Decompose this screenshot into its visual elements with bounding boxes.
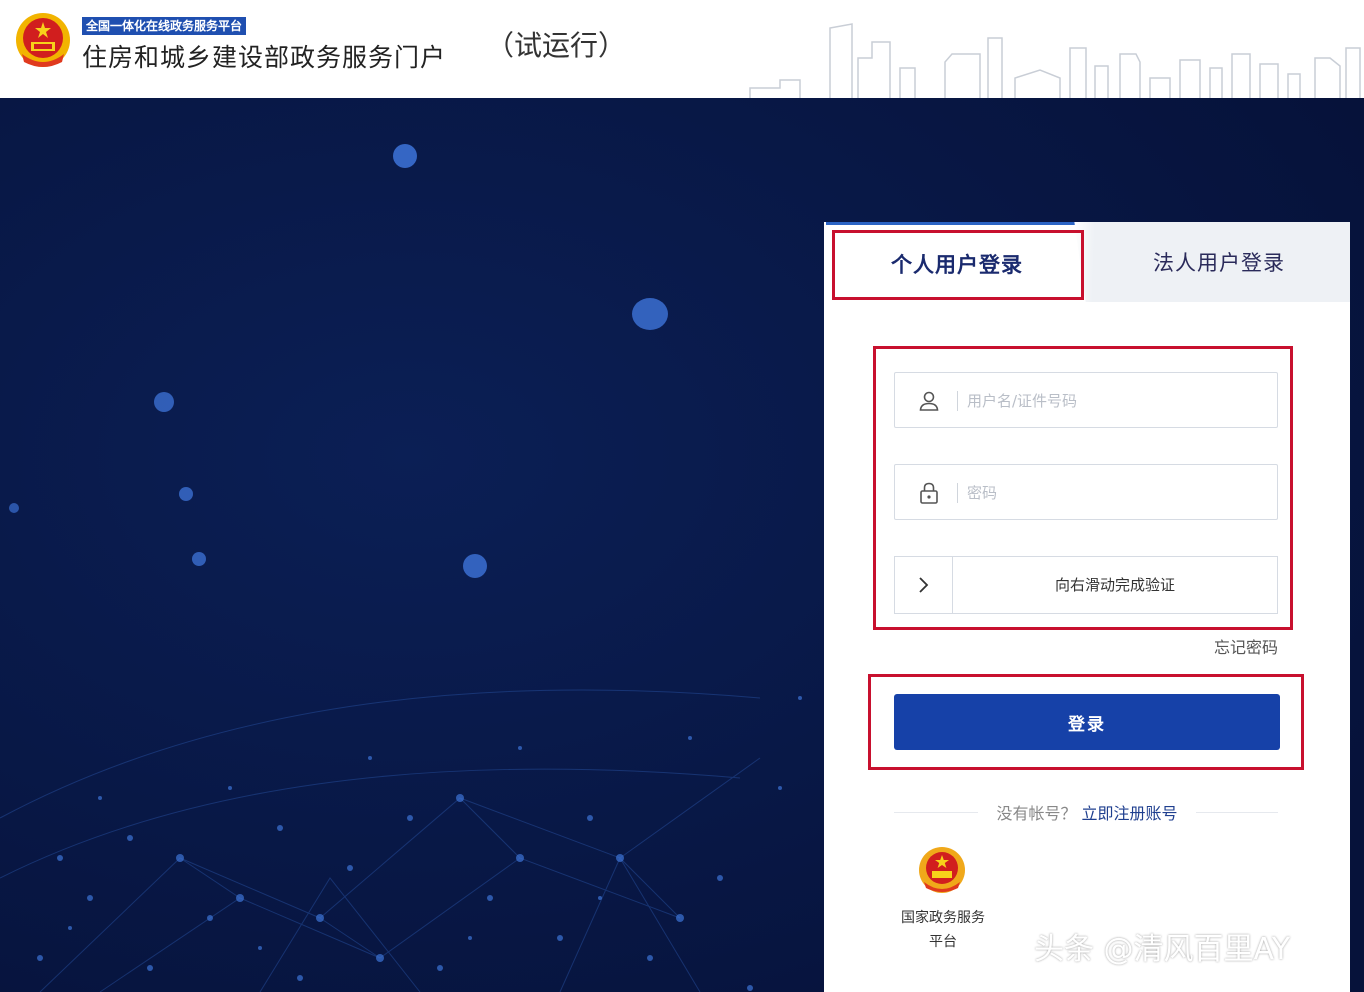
site-header: 全国一体化在线政务服务平台 住房和城乡建设部政务服务门户 （试运行） bbox=[0, 0, 1364, 98]
city-skyline-decoration bbox=[749, 23, 1361, 98]
field-separator bbox=[957, 483, 958, 503]
user-icon bbox=[919, 391, 939, 411]
tab-legal-label: 法人用户登录 bbox=[1153, 251, 1285, 275]
slide-verification: 向右滑动完成验证 bbox=[894, 556, 1278, 614]
password-input[interactable] bbox=[967, 473, 1257, 513]
gov-platform-emblem-icon[interactable] bbox=[918, 846, 966, 894]
login-tabs: 个人用户登录 法人用户登录 bbox=[824, 222, 1350, 302]
platform-tag: 全国一体化在线政务服务平台 bbox=[82, 17, 247, 35]
slider-text: 向右滑动完成验证 bbox=[1054, 576, 1175, 594]
forgot-password-link[interactable]: 忘记密码 bbox=[1214, 634, 1278, 658]
gov-platform-line1: 国家政务服务 bbox=[901, 910, 985, 926]
chevron-right-icon bbox=[918, 577, 928, 593]
watermark-text: 头条 @清风百里AY bbox=[1034, 932, 1291, 967]
tab-personal-label: 个人用户登录 bbox=[891, 252, 1023, 277]
gov-platform-line2: 平台 bbox=[929, 934, 957, 950]
slider-handle[interactable] bbox=[895, 557, 953, 613]
national-emblem-icon bbox=[16, 13, 70, 67]
username-input[interactable] bbox=[967, 381, 1257, 421]
field-separator bbox=[957, 391, 958, 411]
password-field[interactable] bbox=[894, 464, 1278, 520]
register-row: 没有帐号？ 立即注册账号 bbox=[824, 800, 1350, 824]
tab-personal-login[interactable]: 个人用户登录 bbox=[826, 222, 1088, 302]
no-account-text: 没有帐号？ bbox=[996, 804, 1077, 823]
tab-legal-login[interactable]: 法人用户登录 bbox=[1088, 222, 1350, 302]
register-link[interactable]: 立即注册账号 bbox=[1082, 804, 1178, 823]
login-panel: 个人用户登录 法人用户登录 向右滑动完成验证 忘记 bbox=[824, 222, 1350, 992]
gov-platform-label[interactable]: 国家政务服务 平台 bbox=[884, 906, 1002, 954]
username-field[interactable] bbox=[894, 372, 1278, 428]
login-button[interactable]: 登录 bbox=[894, 694, 1280, 750]
trial-label: （试运行） bbox=[486, 29, 627, 62]
lock-icon bbox=[920, 482, 938, 504]
portal-title: 住房和城乡建设部政务服务门户 bbox=[82, 43, 447, 72]
